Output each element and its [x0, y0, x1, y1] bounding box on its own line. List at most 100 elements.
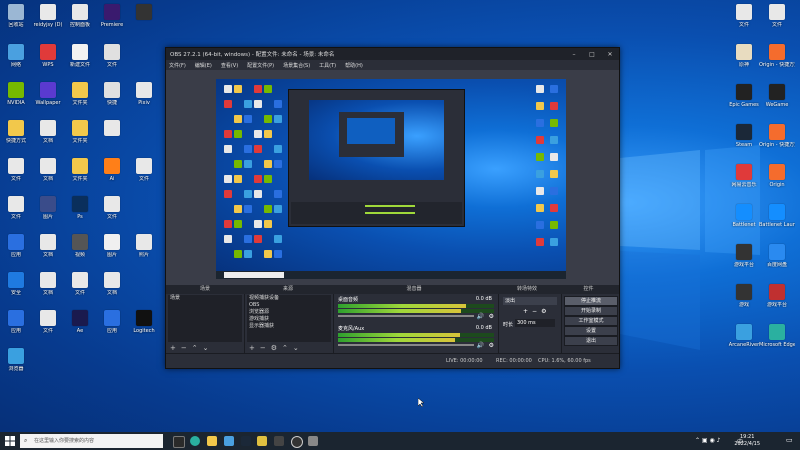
- gear-icon[interactable]: ⚙: [489, 342, 494, 349]
- menu-view[interactable]: 查看(V): [221, 62, 238, 69]
- app-icon[interactable]: [274, 436, 284, 446]
- add-icon[interactable]: +: [523, 308, 532, 315]
- maximize-icon[interactable]: □: [583, 51, 601, 58]
- desktop-icon[interactable]: Epic Games: [727, 84, 761, 108]
- store-icon[interactable]: [224, 436, 234, 446]
- desktop-icon[interactable]: Logitech: [127, 310, 161, 334]
- file-explorer-icon[interactable]: [207, 436, 217, 446]
- desktop-icon[interactable]: Microsoft Edge: [759, 324, 795, 348]
- settings-button[interactable]: 设置: [564, 326, 618, 336]
- desktop-icon[interactable]: Ps: [63, 196, 97, 220]
- move-down-icon[interactable]: ⌄: [203, 344, 214, 352]
- desktop-icon[interactable]: NVIDIA: [0, 82, 33, 106]
- task-view-icon[interactable]: [173, 436, 185, 448]
- menu-scene-collection[interactable]: 场景集合(S): [283, 62, 310, 69]
- desktop-icon[interactable]: 浏览器: [0, 348, 33, 372]
- desktop-icon[interactable]: 图片: [95, 234, 129, 258]
- desktop-icon[interactable]: 游戏: [727, 284, 761, 308]
- desktop-icon[interactable]: 新建文件: [63, 44, 97, 68]
- desktop-icon[interactable]: 文档: [31, 272, 65, 296]
- desktop-icon[interactable]: [127, 4, 161, 22]
- desktop-icon[interactable]: 安全: [0, 272, 33, 296]
- desktop-icon[interactable]: 文件: [0, 196, 33, 220]
- desktop-icon[interactable]: Origin: [760, 164, 794, 188]
- desktop-icon[interactable]: WeGame: [760, 84, 794, 108]
- desktop-icon[interactable]: 应用: [95, 310, 129, 334]
- desktop-icon[interactable]: 文件夹: [63, 158, 97, 182]
- menu-tools[interactable]: 工具(T): [319, 62, 336, 69]
- add-icon[interactable]: +: [170, 344, 181, 352]
- desktop-icon[interactable]: Premiere: [95, 4, 129, 28]
- desktop-icon[interactable]: 照片: [127, 234, 161, 258]
- speaker-icon[interactable]: 🔊: [477, 313, 484, 320]
- desktop-icon[interactable]: reidyjsy (D): [31, 4, 65, 28]
- source-item[interactable]: 浏览器源: [247, 309, 331, 316]
- desktop-icon[interactable]: Battlenet: [727, 204, 761, 228]
- desktop-icon[interactable]: 游戏平台: [760, 284, 794, 308]
- stop-streaming-button[interactable]: 停止推流: [564, 296, 618, 306]
- volume-slider[interactable]: [338, 344, 474, 346]
- desktop-icon[interactable]: 文件: [63, 272, 97, 296]
- remove-icon[interactable]: −: [260, 344, 271, 352]
- desktop-icon[interactable]: 网易云音乐: [727, 164, 761, 188]
- desktop-icon[interactable]: 快捷: [95, 82, 129, 106]
- volume-slider[interactable]: [338, 315, 474, 317]
- minimize-icon[interactable]: –: [565, 51, 583, 58]
- desktop-icon[interactable]: 文档: [31, 120, 65, 144]
- scene-item[interactable]: 场景: [168, 295, 242, 302]
- duration-input[interactable]: 300 ms: [515, 319, 555, 327]
- remove-icon[interactable]: −: [532, 308, 541, 315]
- transition-select[interactable]: 淡出: [503, 297, 557, 305]
- desktop-icon[interactable]: 控制面板: [63, 4, 97, 28]
- desktop-icon[interactable]: 原神: [727, 44, 761, 68]
- exit-button[interactable]: 退出: [564, 336, 618, 346]
- desktop-icon[interactable]: 文件: [31, 310, 65, 334]
- source-item[interactable]: OBS: [247, 302, 331, 309]
- windows-start-icon[interactable]: [5, 436, 15, 446]
- desktop-icon[interactable]: [95, 120, 129, 138]
- studio-mode-button[interactable]: 工作室模式: [564, 316, 618, 326]
- gear-icon[interactable]: ⚙: [271, 344, 282, 352]
- desktop-icon[interactable]: Ae: [63, 310, 97, 334]
- source-item[interactable]: 游戏捕获: [247, 316, 331, 323]
- desktop-icon[interactable]: 文件: [95, 196, 129, 220]
- desktop-icon[interactable]: Ai: [95, 158, 129, 182]
- desktop-icon[interactable]: 文档: [31, 234, 65, 258]
- desktop-icon[interactable]: Battlenet Launcher: [759, 204, 795, 228]
- desktop-icon[interactable]: ArcaneRiver: [727, 324, 761, 348]
- source-item[interactable]: 视频捕获设备: [247, 295, 331, 302]
- desktop-icon[interactable]: 文档: [95, 272, 129, 296]
- speaker-icon[interactable]: 🔊: [477, 342, 484, 349]
- desktop-icon[interactable]: Wallpaper: [31, 82, 65, 106]
- desktop-icon[interactable]: 文件: [127, 158, 161, 182]
- desktop-icon[interactable]: 文件: [760, 4, 794, 28]
- menu-edit[interactable]: 编辑(E): [195, 62, 212, 69]
- tray-icons[interactable]: ⌃ ▣ ◉ ♪: [695, 437, 720, 444]
- desktop-icon[interactable]: 文件夹: [63, 82, 97, 106]
- taskbar-search-input[interactable]: ⌕ 在这里输入你要搜索的内容: [20, 434, 163, 448]
- gear-icon[interactable]: ⚙: [489, 313, 494, 320]
- desktop-icon[interactable]: Origin - 快捷方式: [759, 124, 795, 148]
- steam-icon[interactable]: [241, 436, 251, 446]
- desktop-icon[interactable]: Origin - 快捷方式: [759, 44, 795, 68]
- obs-window[interactable]: OBS 27.2.1 (64-bit, windows) - 配置文件: 未命名…: [165, 47, 620, 369]
- edge-icon[interactable]: [190, 436, 200, 446]
- desktop-icon[interactable]: 文件: [727, 4, 761, 28]
- desktop-icon[interactable]: 快捷方式: [0, 120, 33, 144]
- desktop-icon[interactable]: 文件: [0, 158, 33, 182]
- obs-titlebar[interactable]: OBS 27.2.1 (64-bit, windows) - 配置文件: 未命名…: [166, 48, 619, 60]
- menu-profile[interactable]: 配置文件(P): [247, 62, 274, 69]
- app-icon[interactable]: [308, 436, 318, 446]
- close-icon[interactable]: ✕: [601, 51, 619, 58]
- notification-icon[interactable]: ▭: [786, 436, 796, 446]
- move-up-icon[interactable]: ⌃: [192, 344, 203, 352]
- desktop-icon[interactable]: 文件: [95, 44, 129, 68]
- start-recording-button[interactable]: 开始录制: [564, 306, 618, 316]
- desktop-icon[interactable]: 网络: [0, 44, 33, 68]
- desktop-icon[interactable]: 应用: [0, 310, 33, 334]
- desktop-icon[interactable]: Pixiv: [127, 82, 161, 106]
- desktop-icon[interactable]: Steam: [727, 124, 761, 148]
- gear-icon[interactable]: ⚙: [541, 308, 550, 315]
- desktop-icon[interactable]: 视频: [63, 234, 97, 258]
- app-icon[interactable]: [257, 436, 267, 446]
